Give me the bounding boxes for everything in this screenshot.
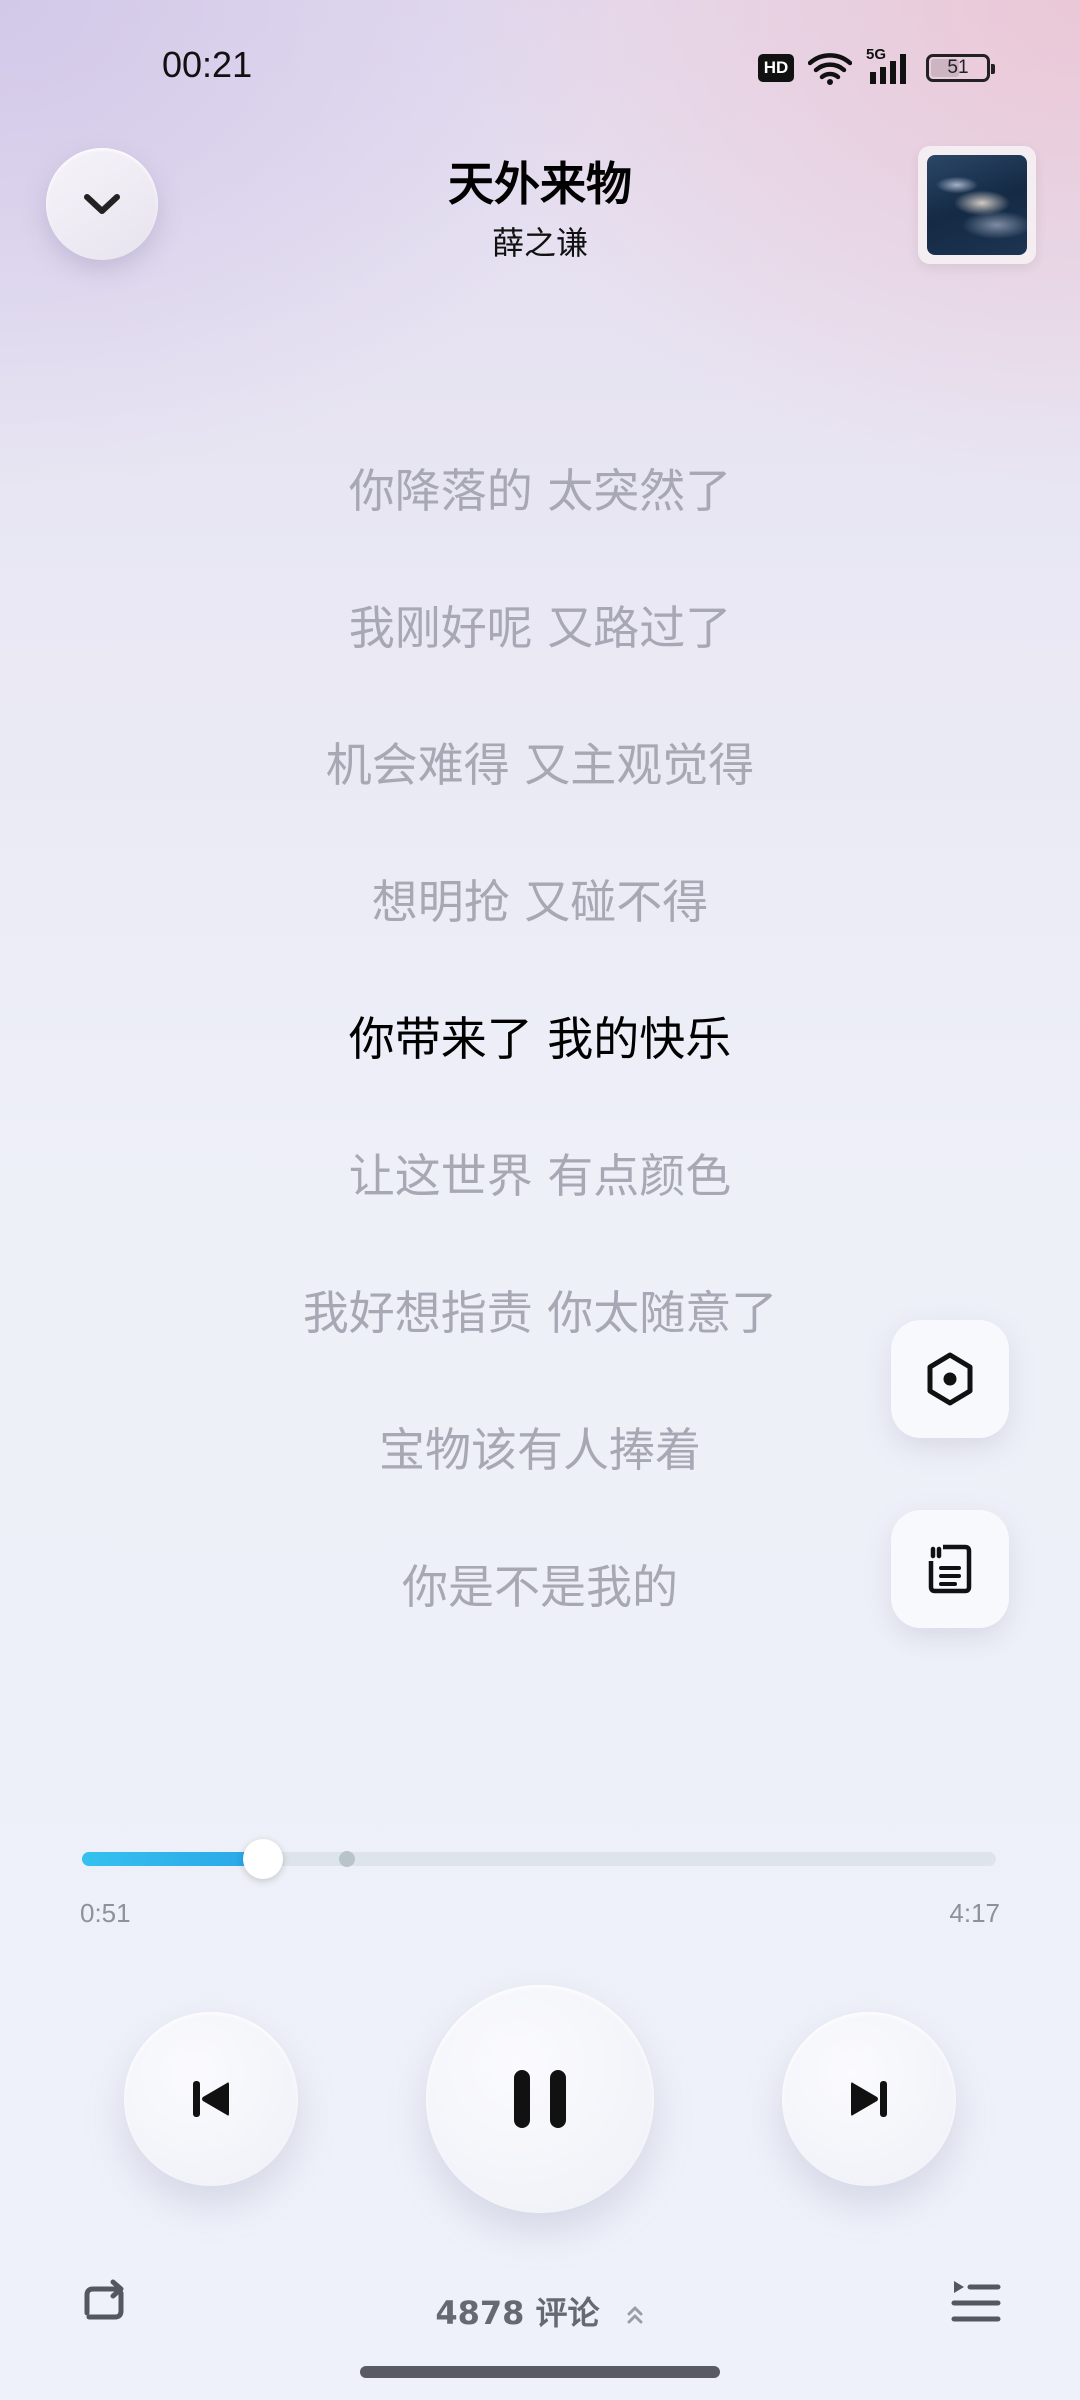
album-thumbnail[interactable] (918, 146, 1036, 264)
playlist-button[interactable] (946, 2272, 1006, 2332)
comment-count: 4878 (435, 2294, 525, 2332)
previous-track-button[interactable] (124, 2012, 298, 2186)
comment-label: 评论 (535, 2294, 600, 2332)
status-icons: HD 5G 51 (758, 46, 995, 88)
status-time: 00:21 (162, 44, 253, 85)
lyrics-poster-button[interactable] (891, 1510, 1009, 1628)
playlist-icon (951, 2281, 1001, 2322)
total-duration: 4:17 (949, 1898, 1000, 1928)
pause-icon (514, 2070, 566, 2128)
skip-previous-icon (193, 2081, 229, 2117)
play-pause-button[interactable] (426, 1985, 654, 2213)
lyric-line[interactable]: 想明抢 又碰不得 (0, 869, 1080, 1006)
progress-slider-handle[interactable] (242, 1839, 283, 1879)
sound-effect-button[interactable] (891, 1320, 1009, 1438)
wifi-icon (808, 53, 852, 85)
progress-fill (82, 1852, 263, 1866)
chevron-up-icon (627, 2306, 643, 2324)
hd-badge: HD (758, 54, 794, 82)
battery-indicator: 51 (926, 54, 995, 82)
next-track-button[interactable] (782, 2012, 956, 2186)
current-time: 0:51 (80, 1898, 131, 1928)
quote-card-icon (928, 1544, 972, 1594)
lyric-line[interactable]: 我刚好呢 又路过了 (0, 595, 1080, 732)
hexagon-icon (927, 1352, 973, 1406)
lyrics-view[interactable]: 你降落的 太突然了 我刚好呢 又路过了 机会难得 又主观觉得 想明抢 又碰不得 … (0, 458, 1080, 1691)
lyric-line[interactable]: 你降落的 太突然了 (0, 458, 1080, 595)
comments-button[interactable]: 4878 评论 (0, 2288, 1080, 2334)
battery-level: 51 (947, 57, 969, 78)
lyric-line[interactable]: 让这世界 有点颜色 (0, 1143, 1080, 1280)
buffer-marker (339, 1851, 356, 1867)
cellular-signal-icon: 5G (866, 46, 912, 86)
progress-track[interactable] (82, 1852, 996, 1866)
album-cover-image (927, 155, 1027, 255)
home-indicator[interactable] (360, 2366, 720, 2378)
status-bar: 00:21 HD 5G 51 (0, 0, 1080, 130)
lyric-line[interactable]: 机会难得 又主观觉得 (0, 732, 1080, 869)
skip-next-icon (851, 2081, 887, 2117)
lyric-line-current[interactable]: 你带来了 我的快乐 (0, 1006, 1080, 1143)
